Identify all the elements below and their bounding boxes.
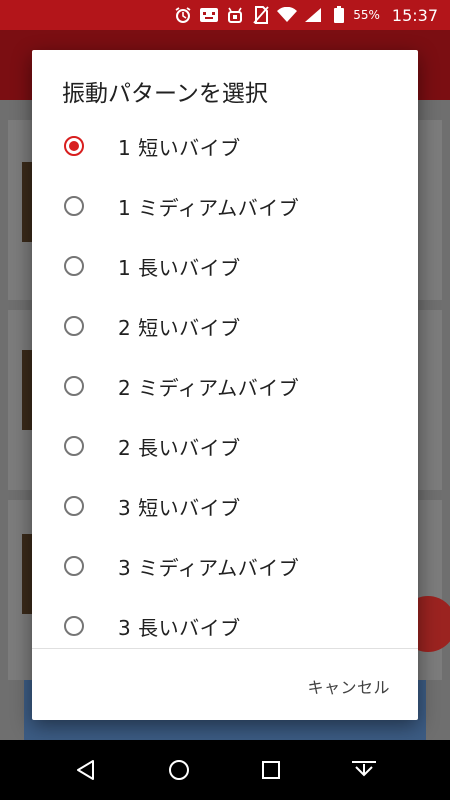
- option-label: 2 短いバイブ: [118, 315, 241, 340]
- radio-button[interactable]: [64, 556, 84, 576]
- option-3-medium[interactable]: 3 ミディアムバイブ: [32, 536, 418, 596]
- option-2-short[interactable]: 2 短いバイブ: [32, 296, 418, 356]
- dialog-title: 振動パターンを選択: [62, 81, 268, 107]
- signal-icon: [303, 6, 323, 24]
- option-1-long[interactable]: 1 長いバイブ: [32, 236, 418, 296]
- option-1-short[interactable]: 1 短いバイブ: [32, 116, 418, 176]
- clock: 15:37: [391, 5, 438, 25]
- radio-button-checked[interactable]: [64, 136, 84, 156]
- radio-button[interactable]: [64, 616, 84, 636]
- option-3-long[interactable]: 3 長いバイブ: [32, 596, 418, 656]
- hide-navbar-button[interactable]: [344, 750, 384, 790]
- radio-button[interactable]: [64, 196, 84, 216]
- option-label: 3 長いバイブ: [118, 615, 241, 640]
- option-label: 3 短いバイブ: [118, 495, 241, 520]
- back-icon: [77, 760, 95, 780]
- radio-button[interactable]: [64, 256, 84, 276]
- option-label: 2 ミディアムバイブ: [118, 375, 300, 400]
- battery-percent: 55%: [353, 8, 380, 22]
- radio-button[interactable]: [64, 376, 84, 396]
- home-icon: [168, 760, 189, 780]
- recents-icon: [262, 761, 281, 779]
- option-label: 1 短いバイブ: [118, 135, 241, 160]
- option-label: 1 ミディアムバイブ: [118, 195, 300, 220]
- battery-icon: [329, 6, 349, 24]
- home-button[interactable]: [159, 750, 199, 790]
- status-bar: 55% 15:37: [0, 0, 450, 30]
- cancel-button[interactable]: キャンセル: [307, 674, 390, 698]
- option-2-medium[interactable]: 2 ミディアムバイブ: [32, 356, 418, 416]
- no-sim-icon: [251, 6, 271, 24]
- option-3-short[interactable]: 3 短いバイブ: [32, 476, 418, 536]
- option-list: 1 短いバイブ 1 ミディアムバイブ 1 長いバイブ 2 短いバイブ 2 ミディ…: [32, 116, 418, 656]
- wifi-icon: [277, 6, 298, 24]
- option-1-medium[interactable]: 1 ミディアムバイブ: [32, 176, 418, 236]
- option-2-long[interactable]: 2 長いバイブ: [32, 416, 418, 476]
- navigation-bar: [0, 740, 450, 800]
- back-button[interactable]: [66, 750, 106, 790]
- alarm-icon: [173, 6, 193, 24]
- option-label: 2 長いバイブ: [118, 435, 241, 460]
- dialog-divider: [32, 648, 418, 649]
- option-label: 3 ミディアムバイブ: [118, 555, 300, 580]
- option-label: 1 長いバイブ: [118, 255, 241, 280]
- radio-button[interactable]: [64, 436, 84, 456]
- notification-icon: [199, 6, 219, 24]
- chevron-down-bar-icon: [351, 761, 376, 777]
- radio-button[interactable]: [64, 316, 84, 336]
- vibration-pattern-dialog: 振動パターンを選択 1 短いバイブ 1 ミディアムバイブ 1 長いバイブ 2 短…: [32, 50, 418, 720]
- recents-button[interactable]: [251, 750, 291, 790]
- radio-button[interactable]: [64, 496, 84, 516]
- android-icon: [225, 6, 245, 24]
